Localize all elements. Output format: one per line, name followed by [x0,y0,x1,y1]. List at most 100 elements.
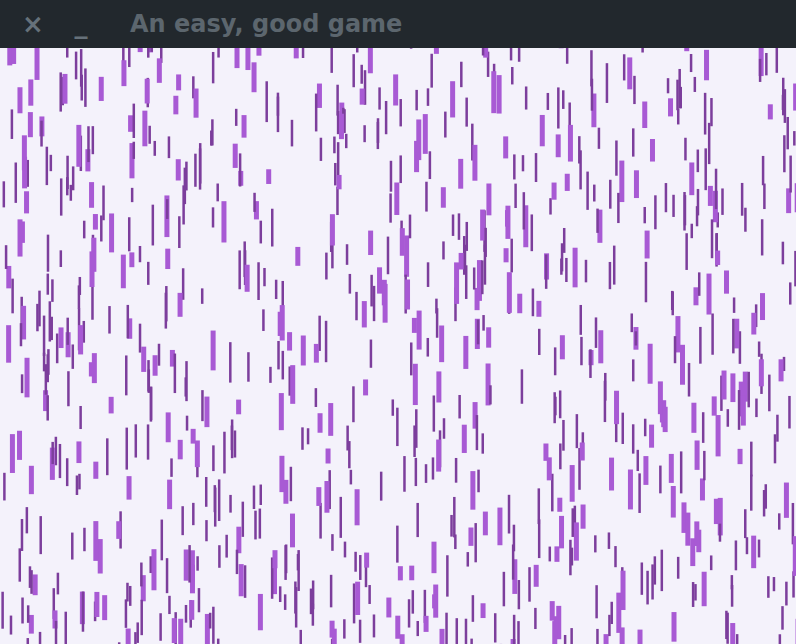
rain-drop [389,193,392,222]
rain-drop [140,563,143,587]
rain-drop [336,187,339,215]
rain-drop [72,166,75,190]
rain-drop [429,151,432,179]
rain-drop [556,134,561,157]
rain-drop [480,210,485,241]
rain-drop [47,235,50,272]
rain-drop [734,319,739,349]
rain-drop [84,68,87,106]
rain-drop [455,458,458,483]
rain-drop [561,243,564,271]
rain-drop [472,595,475,622]
rain-drop [633,327,638,350]
rain-drop [236,550,239,574]
rain-drop [528,567,531,601]
rain-drop [324,481,329,513]
rain-drop [315,94,318,132]
rain-drop [3,473,6,501]
rain-drop [776,415,779,442]
rain-drop [774,434,777,463]
rain-drop [409,215,412,239]
rain-drop [621,571,626,610]
rain-drop [714,499,719,524]
rain-drop [736,634,739,644]
rain-drop [550,601,555,621]
rain-drop [214,485,217,512]
rain-drop [580,337,583,365]
rain-drop [307,428,310,444]
rain-drop [284,545,287,580]
rain-drop [693,287,698,305]
rain-drop [317,84,322,108]
rain-drop [166,412,171,442]
rain-drop [475,288,480,310]
rain-drop [751,313,756,335]
rain-drop [472,145,477,181]
rain-drop [642,102,647,129]
rain-drop [291,120,294,147]
rain-drop [353,583,356,623]
rain-drop [11,48,16,64]
rain-drop [131,188,134,202]
rain-drop [716,415,721,456]
rain-drop [355,582,360,615]
rain-drop [83,221,86,239]
rain-drop [566,48,569,64]
rain-drop [467,552,470,566]
rain-drop [458,159,463,189]
rain-drop [354,552,357,572]
rain-drop [167,480,172,510]
minimize-button[interactable]: _ [68,9,94,39]
rain-drop [535,153,538,182]
rain-drop [750,475,753,511]
rain-drop [269,367,272,383]
rain-drop [773,577,776,591]
rain-drop [252,62,257,92]
rain-drop [410,48,413,49]
rain-drop [346,244,349,265]
rain-drop [412,590,415,613]
rain-drop [510,48,513,60]
rain-drop [730,623,735,644]
rain-drop [702,572,707,606]
rain-drop [253,486,256,509]
rain-drop [562,420,565,451]
rain-drop [694,77,697,92]
rain-drop [710,98,713,126]
rain-drop [423,114,428,154]
rain-drop [554,347,557,375]
rain-drop [715,251,720,265]
rain-drop [432,594,437,608]
rain-drop [368,231,373,255]
rain-drop [523,192,526,229]
rain-drop [559,48,564,49]
rain-drop [360,89,365,105]
rain-drop [476,415,479,450]
rain-drop [513,154,516,179]
rain-drop [344,542,347,558]
rain-drop [40,121,43,147]
game-canvas[interactable] [0,48,796,644]
rain-drop [416,503,419,537]
rain-drop [55,621,58,644]
rain-drop [715,169,718,209]
rain-drop [459,253,464,270]
rain-drop [661,550,664,591]
rain-drop [417,311,422,350]
rain-drop [257,262,260,300]
rain-drop [759,59,762,82]
rain-drop [290,514,295,548]
rain-drop [534,565,539,587]
rain-drop [785,582,788,606]
rain-drop [386,598,391,618]
rain-drop [552,183,557,200]
rain-drop [221,201,226,242]
rain-drop [491,71,496,113]
rain-drop [732,319,735,354]
rain-drop [704,50,709,80]
close-button[interactable]: × [20,9,46,39]
rain-drop [141,347,146,372]
rain-drop [295,587,298,627]
rain-drop [690,54,693,72]
rain-drop [150,387,153,421]
